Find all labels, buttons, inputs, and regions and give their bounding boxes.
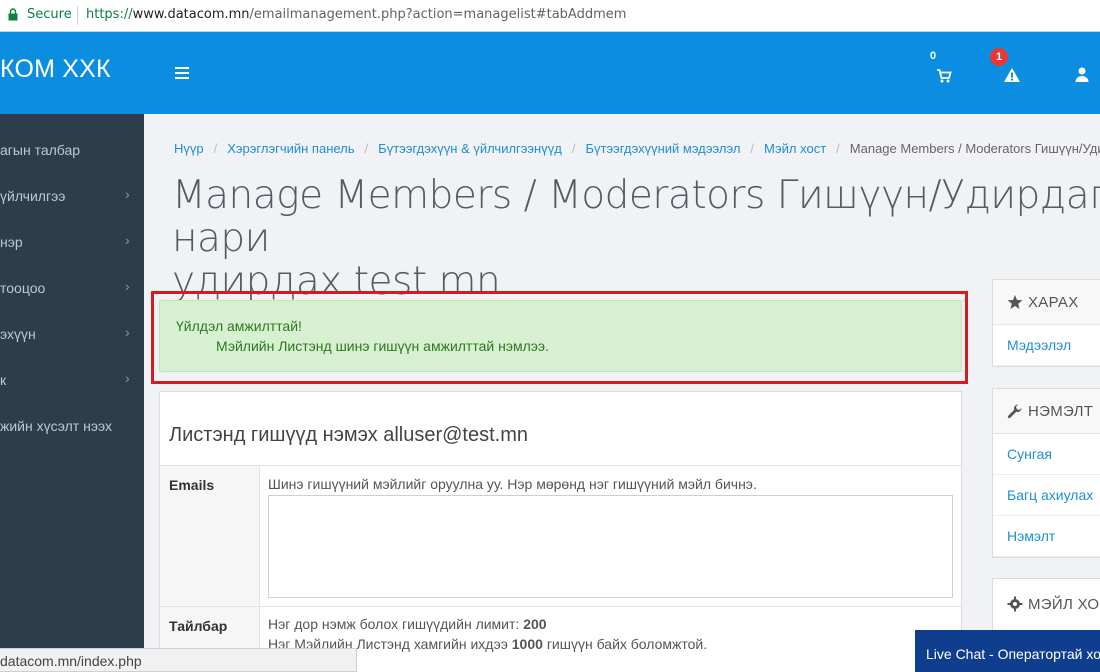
upgrade-link[interactable]: Багц ахиулах: [993, 475, 1100, 516]
sidebar-item-domains[interactable]: нэр ›: [0, 228, 144, 258]
view-box-header: ХАРАХ: [993, 280, 1100, 325]
note-limit-value: 200: [523, 616, 547, 632]
breadcrumb-divider: /: [571, 141, 576, 156]
wrench-icon: [1007, 404, 1022, 419]
breadcrumb-divider: /: [750, 141, 755, 156]
mail-host-box-header: МЭЙЛ ХОС: [993, 579, 1100, 623]
hamburger-icon-bar: [175, 72, 189, 74]
secure-label: Secure: [27, 7, 72, 22]
address-separator: [77, 6, 78, 25]
sidebar-item-products[interactable]: эхүүн ›: [0, 320, 144, 350]
addons-label: Нэмэлт: [1007, 528, 1056, 544]
sidebar-item-label: жийн хүсэлт нээх: [0, 418, 112, 434]
sidebar-item-support[interactable]: к ›: [0, 366, 144, 396]
browser-status-bar: datacom.mn/index.php: [0, 648, 357, 672]
lock-icon: [8, 8, 18, 21]
breadcrumb-mail-host[interactable]: Мэйл хост: [764, 141, 826, 156]
row-divider: [160, 606, 963, 607]
view-box-title: ХАРАХ: [1028, 294, 1079, 311]
live-chat-label: Live Chat - Оператортай хол: [926, 646, 1100, 662]
browser-address-bar[interactable]: Secure https://www.datacom.mn/emailmanag…: [0, 0, 1100, 32]
chevron-right-icon: ›: [125, 186, 130, 202]
row-divider: [160, 465, 963, 466]
chevron-right-icon: ›: [125, 232, 130, 248]
emails-label: Emails: [160, 466, 260, 606]
breadcrumb-product-details[interactable]: Бүтээгдэхүүний мэдээлэл: [585, 141, 740, 156]
chevron-right-icon: ›: [125, 370, 130, 386]
sidebar-item-label: эхүүн: [0, 326, 36, 342]
page-title: Manage Members / Moderators Гишүүн/Удирд…: [172, 174, 1100, 303]
page-title-line1: Manage Members / Moderators Гишүүн/Удирд…: [172, 173, 1100, 261]
alert-count-badge: 1: [990, 48, 1008, 66]
breadcrumb-client-area[interactable]: Хэрэглэгчийн панель: [227, 141, 354, 156]
sidebar-item-label: агын талбар: [0, 142, 81, 158]
add-members-panel: Листэнд гишүүд нэмэх alluser@test.mn Ema…: [159, 391, 963, 672]
sidebar-item-billing[interactable]: тооцоо ›: [0, 274, 144, 304]
breadcrumb: Нүүр / Хэрэглэгчийн панель / Бүтээгдэхүүн & …: [174, 141, 1100, 156]
sidebar-item-label: тооцоо: [0, 280, 46, 296]
breadcrumb-products-services[interactable]: Бүтээгдэхүүн & үйлчилгээнүүд: [378, 141, 562, 156]
star-icon: [1007, 295, 1023, 309]
url-scheme: https://: [86, 7, 133, 22]
panel-title: Листэнд гишүүд нэмэх alluser@test.mn: [169, 424, 529, 446]
user-menu-button[interactable]: [1073, 66, 1091, 84]
chevron-right-icon: ›: [125, 324, 130, 340]
alerts-button[interactable]: [1002, 65, 1024, 85]
cart-button[interactable]: [934, 66, 956, 86]
sidebar-item-open-ticket[interactable]: жийн хүсэлт нээх: [0, 412, 144, 442]
chevron-right-icon: ›: [125, 278, 130, 294]
live-chat-button[interactable]: Live Chat - Оператортай хол: [915, 630, 1100, 672]
extras-box: НЭМЭЛТ Сунгая Багц ахиулах Нэмэлт: [992, 388, 1100, 558]
sidebar-item-dashboard[interactable]: агын талбар: [0, 136, 144, 166]
breadcrumb-divider: /: [213, 141, 218, 156]
hamburger-icon-bar: [175, 77, 189, 79]
gear-icon: [1007, 596, 1023, 612]
url-path: /emailmanagement.php?action=managelist#t…: [249, 7, 627, 22]
brand-logo-text[interactable]: КОМ ХХК: [0, 55, 111, 84]
breadcrumb-divider: /: [836, 141, 840, 156]
note-limit-text: Нэг дор нэмж болох гишүүдийн лимит:: [268, 616, 520, 632]
url-host: www.datacom.mn: [132, 7, 250, 22]
extras-box-header: НЭМЭЛТ: [993, 389, 1100, 434]
renew-label: Сунгая: [1007, 446, 1053, 462]
hamburger-icon: [175, 67, 189, 69]
url-text[interactable]: https://www.datacom.mn/emailmanagement.p…: [86, 7, 626, 22]
cart-icon: [937, 69, 952, 83]
cart-count-badge: 0: [924, 47, 942, 65]
sidebar-item-label: нэр: [0, 234, 23, 250]
upgrade-label: Багц ахиулах: [1007, 487, 1094, 503]
user-icon: [1075, 67, 1089, 82]
main-content: Нүүр / Хэрэглэгчийн панель / Бүтээгдэхүүн & …: [144, 114, 1100, 672]
sidebar-item-label: үйлчилгээ: [0, 188, 66, 204]
note-line-1: Нэг дор нэмж болох гишүүдийн лимит: 200: [268, 616, 547, 632]
sidebar: агын талбар үйлчилгээ › нэр › тооцоо › э…: [0, 114, 144, 672]
top-header: КОМ ХХК 0 1: [0, 32, 1100, 114]
mail-host-box-title: МЭЙЛ ХОС: [1028, 596, 1100, 613]
menu-toggle-button[interactable]: [175, 67, 189, 81]
emails-textarea[interactable]: [268, 495, 953, 598]
breadcrumb-current: Manage Members / Moderators Гишүүн/Удирд…: [849, 141, 1100, 156]
view-box: ХАРАХ Мэдээлэл: [992, 279, 1100, 367]
breadcrumb-divider: /: [364, 141, 369, 156]
sidebar-item-label: к: [0, 372, 7, 388]
view-info-label: Мэдээлэл: [1007, 337, 1072, 353]
view-info-link[interactable]: Мэдээлэл: [993, 325, 1100, 366]
annotation-highlight-box: [151, 291, 968, 384]
extras-box-title: НЭМЭЛТ: [1028, 403, 1094, 420]
renew-link[interactable]: Сунгая: [993, 434, 1100, 475]
emails-help-text: Шинэ гишүүний мэйлийг оруулна уу. Нэр мө…: [268, 476, 757, 492]
breadcrumb-home[interactable]: Нүүр: [174, 141, 204, 156]
warning-icon: [1004, 68, 1020, 82]
note-max-suffix: гишүүн байх боломжтой.: [546, 636, 708, 652]
note-max-value: 1000: [511, 636, 543, 652]
status-url: datacom.mn/index.php: [0, 653, 142, 669]
addons-link[interactable]: Нэмэлт: [993, 516, 1100, 557]
sidebar-item-services[interactable]: үйлчилгээ ›: [0, 182, 144, 212]
